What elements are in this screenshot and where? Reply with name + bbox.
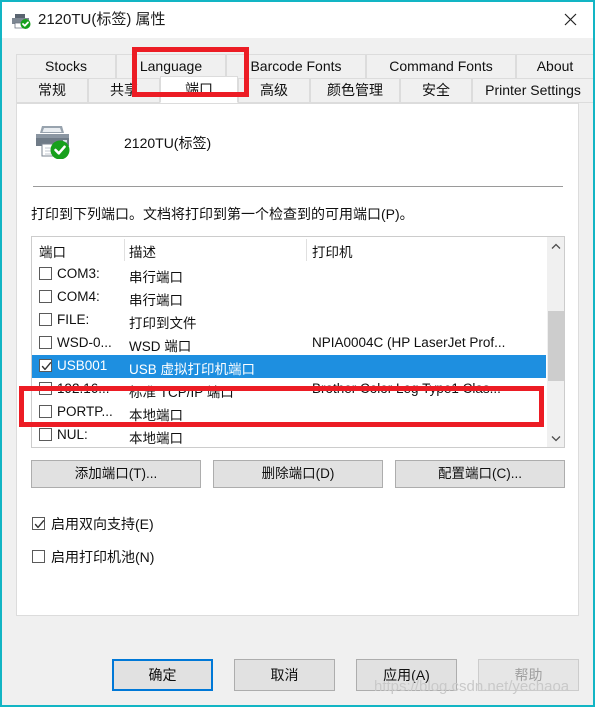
tab-常规[interactable]: 常规 — [16, 78, 88, 103]
enable-bidirectional-support-label: 启用双向支持(E) — [51, 516, 154, 532]
watermark: https://blog.csdn.net/yechaoa — [374, 678, 570, 695]
checkbox-icon — [32, 517, 45, 530]
cell-port: NUL: — [57, 427, 88, 442]
checkbox-icon — [32, 550, 45, 563]
printer-properties-dialog: 2120TU(标签) 属性 Stocks Language Barcode Font… — [0, 0, 595, 707]
cell-desc: 本地端口 — [129, 408, 183, 423]
divider — [33, 186, 563, 187]
enable-printer-pooling-label: 启用打印机池(N) — [51, 549, 155, 565]
table-row[interactable]: PORTP... 本地端口 — [32, 401, 546, 424]
checkbox-icon[interactable] — [39, 428, 52, 441]
tab-颜色管理[interactable]: 颜色管理 — [310, 78, 400, 103]
port-list-scrollbar[interactable] — [546, 237, 564, 447]
table-row[interactable]: NUL: 本地端口 — [32, 424, 546, 447]
tab-共享[interactable]: 共享 — [88, 78, 160, 103]
tab-strip: Stocks Language Barcode Fonts Command Fonts… — [2, 38, 593, 104]
configure-port-button[interactable]: 配置端口(C)... — [395, 460, 565, 488]
cell-desc: 标准 TCP/IP 端口 — [129, 385, 234, 400]
table-row[interactable]: FILE: 打印到文件 — [32, 309, 546, 332]
delete-port-button[interactable]: 删除端口(D) — [213, 460, 383, 488]
cell-desc: WSD 端口 — [129, 339, 192, 354]
cell-port: USB001 — [57, 358, 108, 373]
chevron-up-icon[interactable] — [547, 237, 564, 255]
add-port-button[interactable]: 添加端口(T)... — [31, 460, 201, 488]
tab-安全[interactable]: 安全 — [400, 78, 472, 103]
table-row[interactable]: COM4: 串行端口 — [32, 286, 546, 309]
close-icon[interactable] — [549, 2, 593, 36]
ports-description: 打印到下列端口。文档将打印到第一个检查到的可用端口(P)。 — [31, 206, 414, 222]
checkbox-icon[interactable] — [39, 359, 52, 372]
ports-tab-panel: 2120TU(标签) 打印到下列端口。文档将打印到第一个检查到的可用端口(P)。… — [16, 103, 579, 616]
table-row[interactable]: COM3: 串行端口 — [32, 263, 546, 286]
tab-printer-settings[interactable]: Printer Settings — [472, 78, 593, 103]
tab-高级[interactable]: 高级 — [238, 78, 310, 103]
column-separator — [306, 239, 307, 261]
tab-端口[interactable]: 端口 — [160, 76, 238, 103]
cell-printer: NPIA0004C (HP LaserJet Prof... — [312, 335, 506, 350]
cell-desc: 打印到文件 — [129, 316, 197, 331]
cell-printer: Brother Color Leg Type1 Clas... — [312, 381, 501, 396]
tab-about[interactable]: About — [516, 54, 593, 79]
table-row[interactable]: 192.16... 标准 TCP/IP 端口 Brother Color Leg T… — [32, 378, 546, 401]
checkbox-icon[interactable] — [39, 290, 52, 303]
cell-desc: 本地端口 — [129, 431, 183, 446]
tab-stocks[interactable]: Stocks — [16, 54, 116, 79]
port-list[interactable]: 端口 描述 打印机 COM3: 串行端口 COM4: 串行端口 FILE: 打印到文件 WSD-… — [31, 236, 565, 448]
checkbox-icon[interactable] — [39, 405, 52, 418]
cell-desc: USB 虚拟打印机端口 — [129, 362, 256, 377]
column-header-1[interactable]: 描述 — [129, 241, 156, 261]
cell-port: 192.16... — [57, 381, 110, 396]
checkbox-icon[interactable] — [39, 313, 52, 326]
cell-port: FILE: — [57, 312, 90, 327]
printer-name: 2120TU(标签) — [124, 135, 212, 151]
table-row[interactable]: WSD-0... WSD 端口 NPIA0004C (HP LaserJet Pro… — [32, 332, 546, 355]
column-separator — [124, 239, 125, 261]
printer-ok-icon — [33, 123, 75, 160]
checkbox-icon[interactable] — [39, 267, 52, 280]
ok-button[interactable]: 确定 — [112, 659, 213, 691]
cell-port: COM4: — [57, 289, 100, 304]
checkbox-icon[interactable] — [39, 382, 52, 395]
column-header-0[interactable]: 端口 — [39, 241, 66, 261]
printer-ok-icon — [11, 12, 33, 29]
checkbox-icon[interactable] — [39, 336, 52, 349]
window-title: 2120TU(标签) 属性 — [38, 11, 166, 28]
cell-port: WSD-0... — [57, 335, 112, 350]
cell-port: PORTP... — [57, 404, 113, 419]
cell-desc: 串行端口 — [129, 293, 183, 308]
tab-command-fonts[interactable]: Command Fonts — [366, 54, 516, 79]
cancel-button[interactable]: 取消 — [234, 659, 335, 691]
scrollbar-thumb[interactable] — [548, 311, 564, 381]
title-bar: 2120TU(标签) 属性 — [2, 2, 593, 38]
cell-port: COM3: — [57, 266, 100, 281]
port-list-header: 端口 描述 打印机 — [32, 237, 546, 263]
port-list-rows: COM3: 串行端口 COM4: 串行端口 FILE: 打印到文件 WSD-0... WSD … — [32, 263, 546, 447]
chevron-down-icon[interactable] — [547, 429, 564, 447]
table-row[interactable]: USB001 USB 虚拟打印机端口 — [32, 355, 546, 378]
cell-desc: 串行端口 — [129, 270, 183, 285]
tab-barcode-fonts[interactable]: Barcode Fonts — [226, 54, 366, 79]
column-header-2[interactable]: 打印机 — [312, 241, 353, 261]
